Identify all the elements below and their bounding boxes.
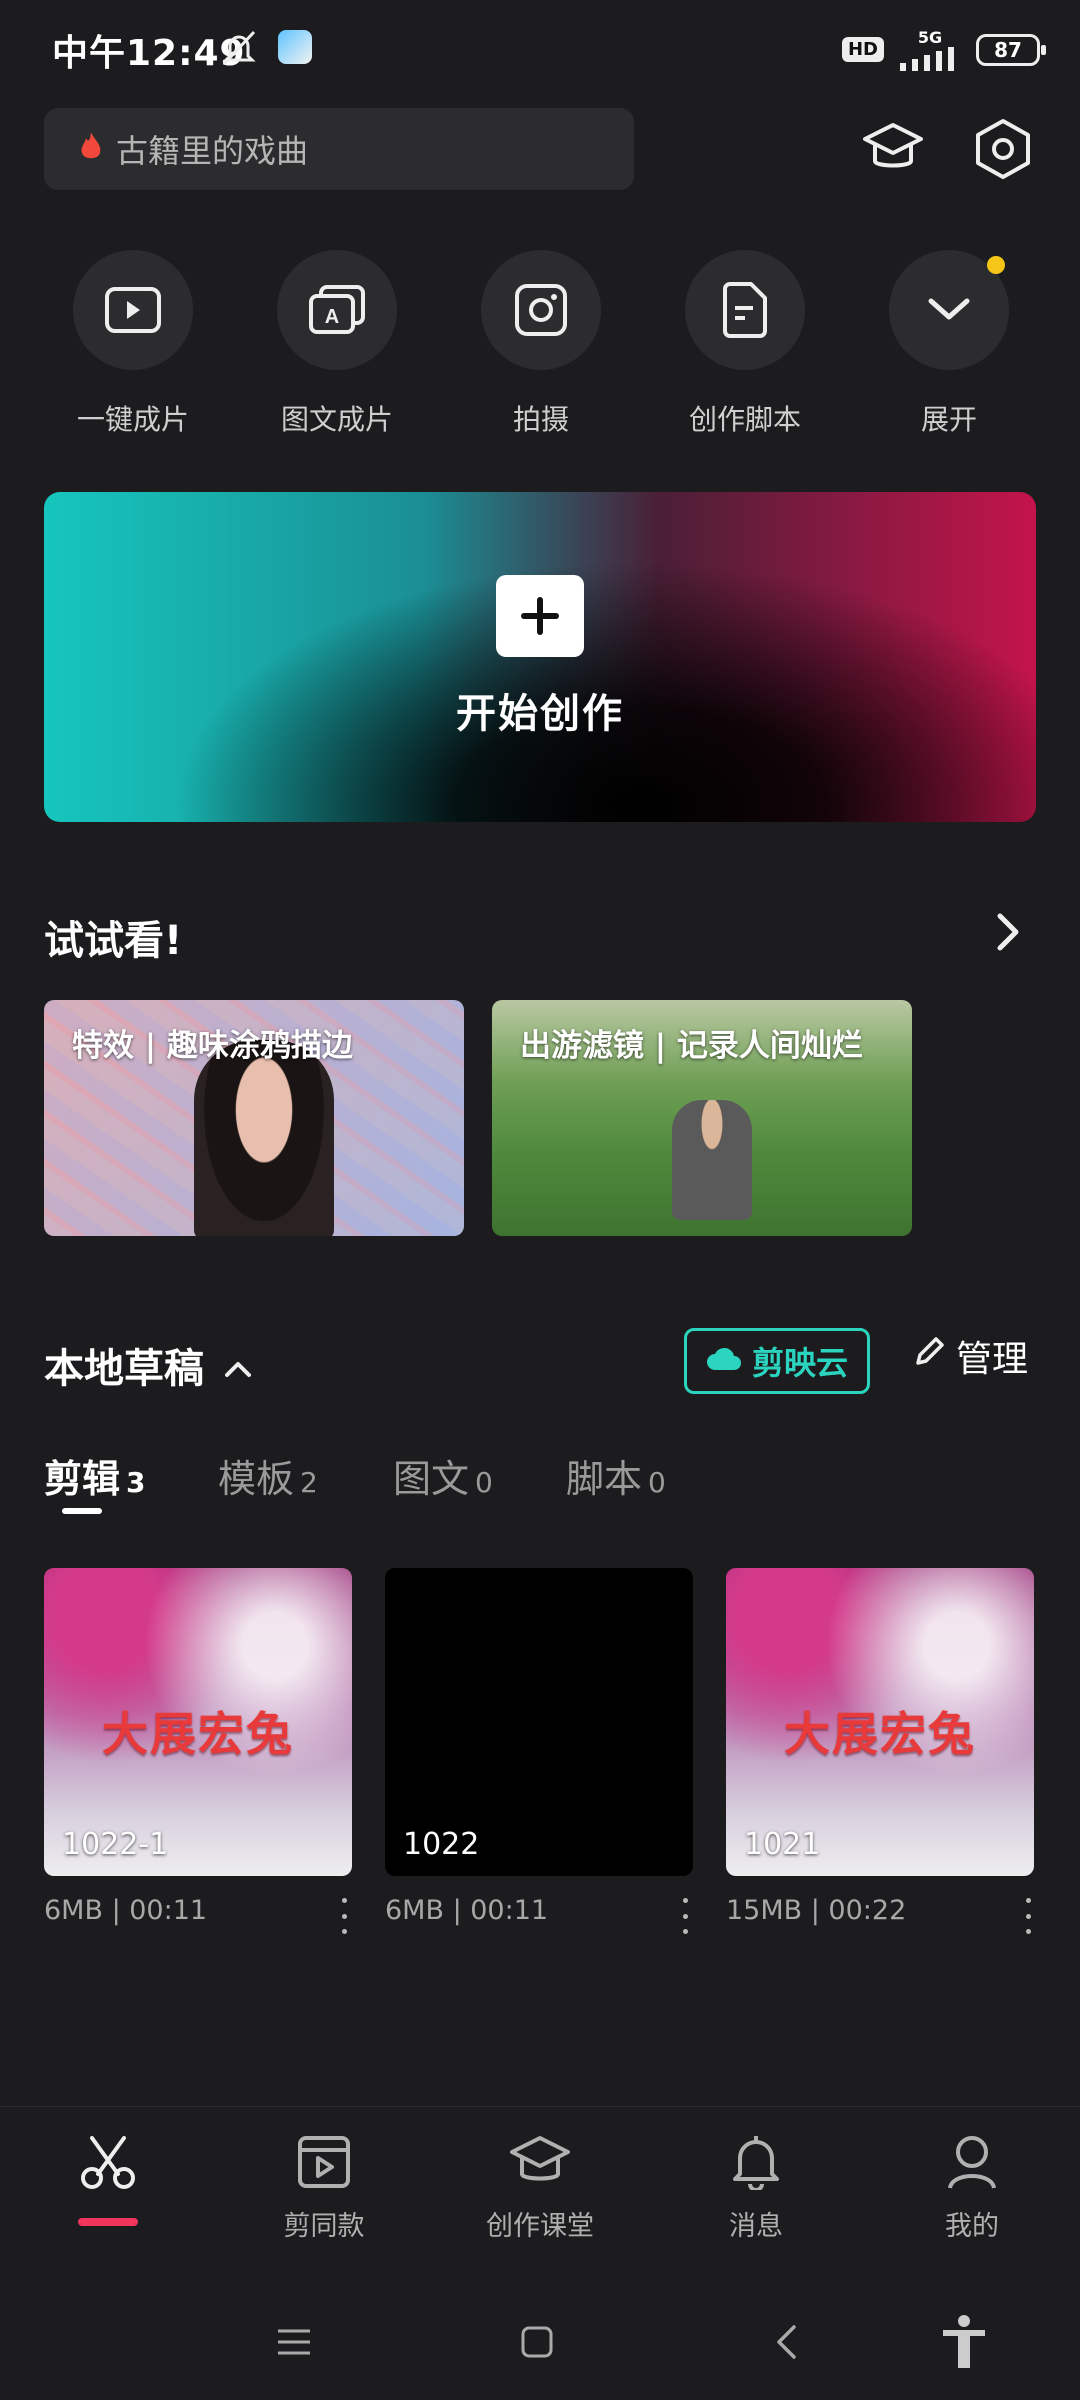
- chevron-down-icon: [889, 250, 1009, 370]
- tab-template[interactable]: 模板 2: [218, 1448, 318, 1503]
- quick-action-shoot[interactable]: 拍摄: [471, 250, 611, 438]
- nav-profile[interactable]: 我的: [864, 2134, 1080, 2243]
- thumbnail-image: [194, 1040, 334, 1236]
- app-notification-icon: [278, 30, 312, 64]
- tab-count: 0: [648, 1466, 666, 1499]
- tab-label: 剪辑: [44, 1457, 121, 1501]
- quick-action-one-click[interactable]: 一键成片: [63, 250, 203, 438]
- cloud-button[interactable]: 剪映云: [684, 1328, 870, 1394]
- draft-art-text: 大展宏兔: [102, 1707, 294, 1761]
- search-placeholder: 古籍里的戏曲: [116, 132, 309, 170]
- graduation-cap-icon[interactable]: [858, 114, 928, 184]
- tab-count: 0: [475, 1466, 493, 1499]
- drafts-title: 本地草稿: [44, 1346, 204, 1392]
- camera-icon: [481, 250, 601, 370]
- settings-hexagon-icon[interactable]: [968, 114, 1038, 184]
- start-create-card[interactable]: 开始创作: [44, 492, 1036, 822]
- home-square-icon[interactable]: [507, 2312, 567, 2372]
- back-icon[interactable]: [756, 2312, 816, 2372]
- quick-action-label: 展开: [920, 403, 977, 436]
- draft-art-text: 大展宏兔: [784, 1707, 976, 1761]
- plus-icon: [496, 575, 584, 657]
- draft-item[interactable]: 大展宏兔 1022-1: [44, 1568, 352, 1876]
- drafts-title-toggle[interactable]: 本地草稿: [44, 1336, 252, 1394]
- try-card-doodle-effect[interactable]: 特效 | 趣味涂鸦描边: [44, 1000, 464, 1236]
- template-clip-icon: [296, 2134, 352, 2194]
- more-vertical-icon[interactable]: [334, 1898, 354, 1934]
- tab-label: 模板: [218, 1457, 295, 1501]
- quick-action-label: 创作脚本: [688, 403, 801, 436]
- draft-meta: 6MB | 00:11: [44, 1895, 208, 1926]
- tab-label: 图文: [393, 1457, 470, 1501]
- nav-label: 我的: [945, 2211, 999, 2242]
- nav-edit[interactable]: [0, 2134, 216, 2194]
- network-type: 5G: [917, 28, 943, 47]
- cloud-icon: [706, 1342, 742, 1380]
- quick-action-script[interactable]: 创作脚本: [675, 250, 815, 438]
- more-vertical-icon[interactable]: [675, 1898, 695, 1934]
- try-section-title: 试试看!: [44, 918, 183, 964]
- mute-bell-icon: [216, 28, 262, 72]
- quick-action-text-to-video[interactable]: A 图文成片: [267, 250, 407, 438]
- signal-icon: 5G: [898, 28, 962, 71]
- menu-icon[interactable]: [264, 2312, 324, 2372]
- manage-label: 管理: [956, 1339, 1029, 1380]
- search-bar[interactable]: 古籍里的戏曲: [44, 108, 634, 190]
- script-doc-icon: [685, 250, 805, 370]
- fire-icon: [80, 132, 102, 166]
- draft-name: 1022-1: [62, 1827, 169, 1862]
- nav-label: 创作课堂: [486, 2211, 594, 2242]
- try-card-caption: 出游滤镜 | 记录人间灿烂: [520, 1028, 863, 1064]
- hd-badge: HD: [841, 37, 884, 62]
- nav-template[interactable]: 剪同款: [216, 2134, 432, 2243]
- chevron-up-icon: [224, 1342, 252, 1388]
- chevron-right-icon[interactable]: [996, 912, 1020, 956]
- quick-action-label: 一键成片: [76, 403, 189, 436]
- text-image-icon: A: [277, 250, 397, 370]
- play-square-icon: [73, 250, 193, 370]
- tab-count: 2: [300, 1466, 318, 1499]
- quick-action-label: 拍摄: [512, 403, 569, 436]
- draft-item[interactable]: 1022: [385, 1568, 693, 1876]
- svg-text:A: A: [325, 306, 339, 328]
- new-dot-badge: [987, 256, 1005, 274]
- cloud-label: 剪映云: [751, 1344, 848, 1382]
- nav-label: 消息: [729, 2211, 783, 2242]
- manage-button[interactable]: 管理: [912, 1330, 1028, 1382]
- profile-icon: [946, 2134, 998, 2194]
- active-tab-indicator: [62, 1508, 102, 1514]
- draft-meta: 15MB | 00:22: [726, 1895, 907, 1926]
- start-create-label: 开始创作: [456, 691, 624, 737]
- status-icons: HD 5G 87: [841, 28, 1046, 71]
- thumbnail-image: [672, 1100, 752, 1220]
- draft-name: 1021: [744, 1827, 821, 1862]
- nav-label: 剪同款: [283, 2211, 365, 2242]
- nav-active-indicator: [78, 2218, 138, 2226]
- try-card-travel-filter[interactable]: 出游滤镜 | 记录人间灿烂: [492, 1000, 912, 1236]
- tab-edit[interactable]: 剪辑 3: [44, 1448, 146, 1503]
- bell-icon: [730, 2134, 782, 2194]
- draft-item[interactable]: 大展宏兔 1021: [726, 1568, 1034, 1876]
- more-vertical-icon[interactable]: [1018, 1898, 1038, 1934]
- quick-action-label: 图文成片: [280, 403, 393, 436]
- nav-course[interactable]: 创作课堂: [432, 2134, 648, 2243]
- draft-meta: 6MB | 00:11: [385, 1895, 549, 1926]
- nav-messages[interactable]: 消息: [648, 2134, 864, 2243]
- scissors-icon: [78, 2134, 138, 2194]
- tab-script[interactable]: 脚本 0: [566, 1448, 666, 1503]
- battery-level: 87: [994, 37, 1022, 62]
- try-card-caption: 特效 | 趣味涂鸦描边: [72, 1028, 353, 1064]
- tab-image-text[interactable]: 图文 0: [393, 1448, 493, 1503]
- draft-name: 1022: [403, 1827, 480, 1862]
- graduation-cap-icon: [508, 2134, 572, 2194]
- tab-count: 3: [126, 1466, 146, 1499]
- pencil-icon: [912, 1335, 946, 1378]
- accessibility-icon[interactable]: [934, 2312, 994, 2372]
- quick-action-expand[interactable]: 展开: [879, 250, 1019, 438]
- tab-label: 脚本: [566, 1457, 643, 1501]
- battery-icon: 87: [976, 33, 1046, 66]
